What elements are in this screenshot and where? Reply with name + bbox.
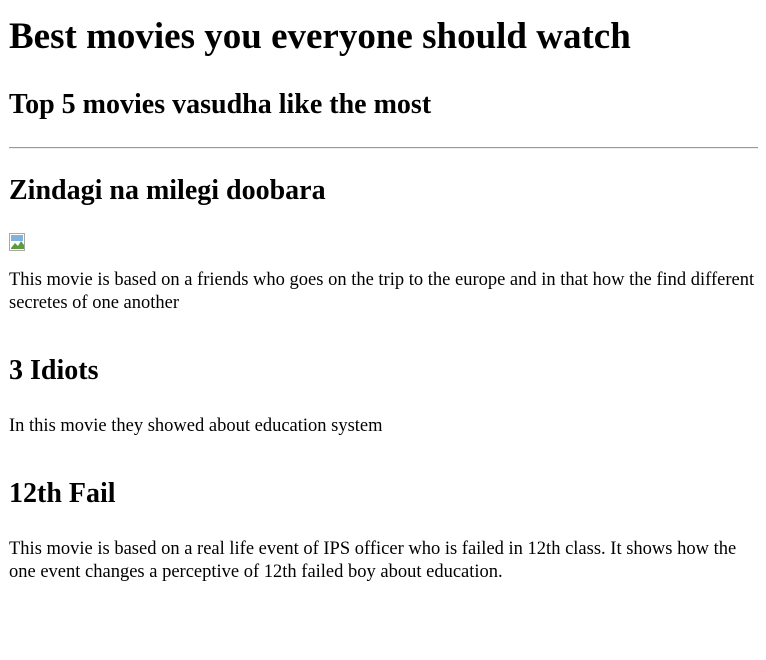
movie-section-3-idiots: 3 Idiots In this movie they showed about… (9, 355, 758, 438)
movie-title: Zindagi na milegi doobara (9, 174, 326, 206)
movie-title: 12th Fail (9, 478, 116, 510)
movie-description: This movie is based on a real life event… (9, 539, 737, 583)
movie-description: In this movie they showed about educatio… (9, 416, 383, 437)
movie-section-zindagi: Zindagi na milegi doobara This movie is … (9, 175, 758, 315)
movie-title: 3 Idiots (9, 354, 99, 386)
movie-description: This movie is based on a friends who goe… (9, 269, 755, 313)
movie-section-12th-fail: 12th Fail This movie is based on a real … (9, 478, 758, 584)
page-title: Best movies you everyone should watch (9, 16, 631, 57)
divider (9, 146, 758, 149)
broken-image-icon (9, 231, 29, 251)
page-subtitle: Top 5 movies vasudha like the most (9, 88, 432, 120)
